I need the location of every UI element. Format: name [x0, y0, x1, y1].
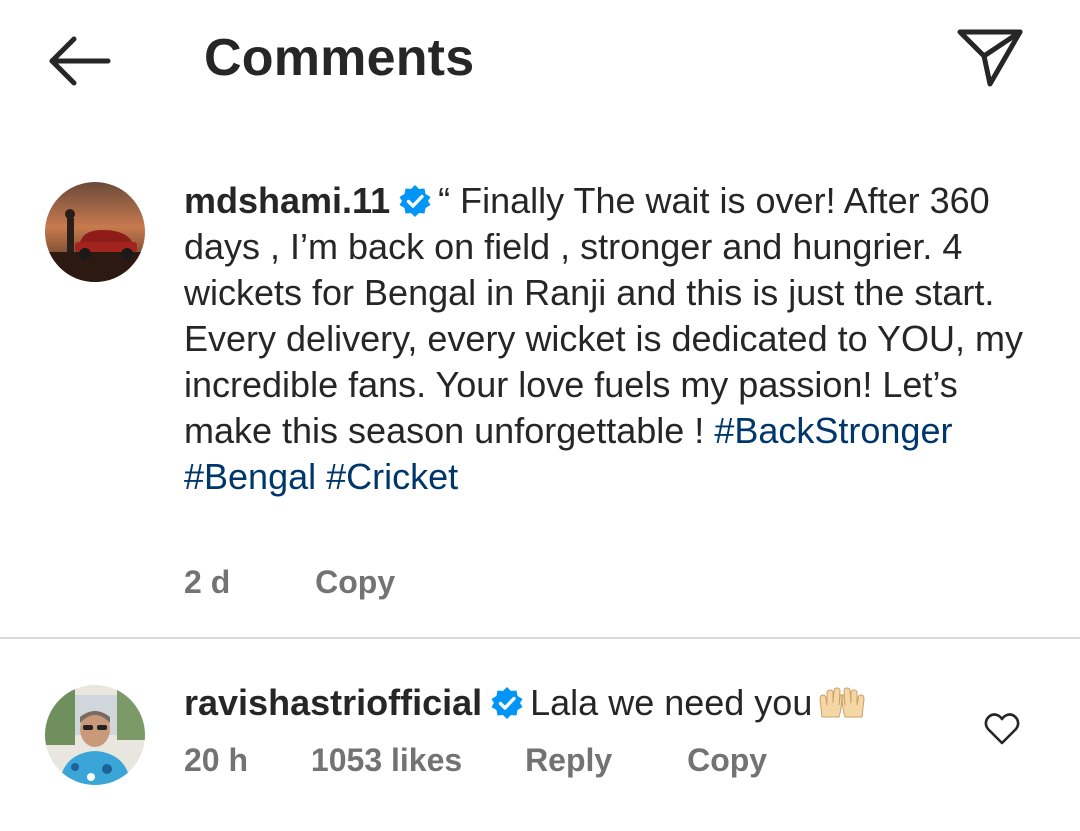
comment-username[interactable]: ravishastriofficial — [184, 682, 482, 723]
comment-text: ravishastriofficial Lala we need you — [184, 680, 866, 732]
comment-body: Lala we need you — [530, 682, 813, 723]
hashtag-link[interactable]: #Bengal — [184, 456, 316, 497]
heart-outline-icon — [984, 713, 1020, 745]
comment-meta: 20 h 1053 likes Reply Copy — [184, 742, 767, 779]
avatar[interactable] — [45, 182, 145, 282]
comment-time: 20 h — [184, 742, 249, 778]
likes-count[interactable]: 1053 likes — [311, 742, 462, 778]
like-button[interactable] — [984, 712, 1020, 746]
page-title: Comments — [204, 29, 475, 87]
paper-plane-icon — [957, 29, 1023, 87]
verified-badge-icon — [490, 685, 524, 719]
copy-button[interactable]: Copy — [315, 564, 395, 600]
divider — [0, 637, 1080, 639]
caption-text: mdshami.11 “ Finally The wait is over! A… — [184, 178, 1034, 500]
top-bar: Comments — [0, 0, 1080, 120]
back-button[interactable] — [44, 36, 114, 86]
arrow-left-icon — [49, 36, 111, 86]
avatar[interactable] — [45, 685, 145, 785]
hashtag-link[interactable]: #Cricket — [326, 456, 458, 497]
caption-time: 2 d — [184, 564, 231, 600]
verified-badge-icon — [398, 183, 432, 217]
raising-hands-emoji — [818, 686, 866, 732]
caption-username[interactable]: mdshami.11 — [184, 180, 390, 221]
caption-meta: 2 d Copy — [184, 564, 395, 601]
copy-button[interactable]: Copy — [687, 742, 767, 778]
share-button[interactable] — [954, 26, 1026, 90]
reply-button[interactable]: Reply — [525, 742, 612, 778]
hashtag-link[interactable]: #BackStronger — [714, 410, 952, 451]
